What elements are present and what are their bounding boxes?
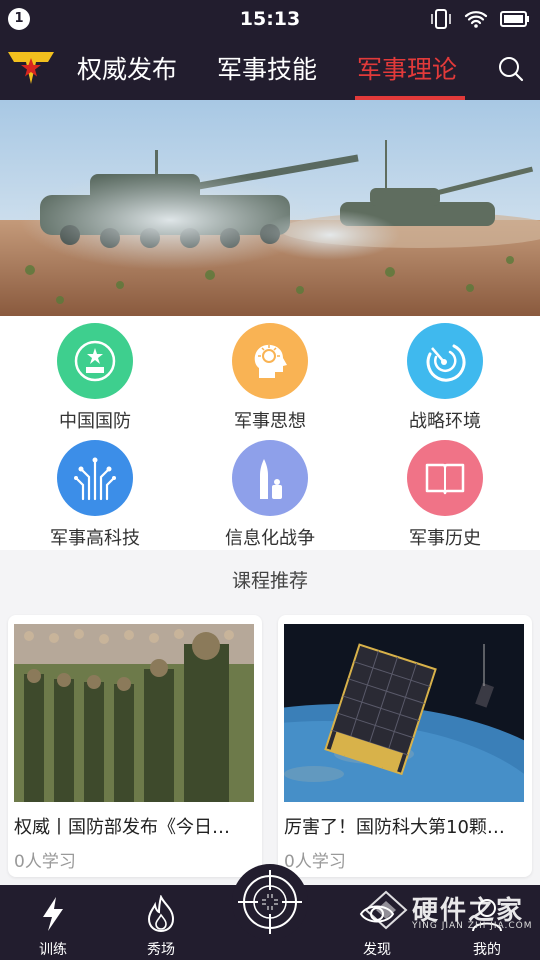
category-military-hightech[interactable]: 军事高科技	[5, 440, 185, 550]
search-icon[interactable]	[498, 56, 524, 82]
course-learner-count: 0人学习	[14, 852, 76, 872]
bottom-tab-label: 秀场	[147, 942, 175, 958]
top-nav: 权威发布 军事技能 军事理论	[0, 38, 540, 100]
national-emblem-icon	[57, 323, 133, 399]
tab-authority-release[interactable]: 权威发布	[77, 50, 177, 100]
battery-icon	[500, 11, 529, 27]
center-action-button[interactable]	[232, 864, 308, 940]
watermark-subtext: YING JIAN ZHI JIA.COM	[412, 921, 533, 931]
watermark: 硬件之家 YING JIAN ZHI JIA.COM	[360, 886, 540, 936]
card-thumbnail-satellite	[284, 624, 524, 802]
flame-icon	[147, 895, 175, 933]
tab-military-theory[interactable]: 军事理论	[357, 50, 457, 100]
status-bar: 1 15:13	[0, 0, 540, 38]
course-title: 厉害了！国防科大第10颗…	[284, 817, 505, 838]
status-icons	[430, 9, 530, 29]
brain-head-icon	[232, 323, 308, 399]
category-label: 中国国防	[59, 411, 131, 432]
bottom-tab-label: 我的	[473, 942, 501, 958]
missile-icon	[232, 440, 308, 516]
course-title: 权威丨国防部发布《今日…	[14, 817, 230, 838]
vibrate-icon	[431, 9, 451, 29]
bottom-tab-label: 训练	[39, 942, 67, 958]
category-label: 军事思想	[234, 411, 306, 432]
tank-banner-image	[0, 100, 540, 316]
crosshair-icon	[238, 870, 302, 934]
category-china-defense[interactable]: 中国国防	[5, 323, 185, 433]
category-military-history[interactable]: 军事历史	[355, 440, 535, 550]
category-military-thought[interactable]: 军事思想	[180, 323, 360, 433]
category-label: 信息化战争	[225, 528, 315, 549]
app-logo-icon[interactable]	[6, 48, 56, 88]
card-thumbnail-soldiers	[14, 624, 254, 802]
hero-banner[interactable]	[0, 100, 540, 316]
category-grid: 中国国防 军事思想 战略环境 军事高科技 信息化战争 军事历史	[0, 316, 540, 550]
category-label: 战略环境	[409, 411, 481, 432]
course-card[interactable]: 权威丨国防部发布《今日… 0人学习	[8, 615, 262, 877]
watermark-logo-icon	[364, 890, 408, 930]
radar-icon	[407, 323, 483, 399]
wifi-icon	[464, 11, 488, 28]
category-label: 军事高科技	[50, 528, 140, 549]
bottom-tab-label: 发现	[363, 942, 391, 958]
bottom-tab-training[interactable]: 训练	[8, 885, 98, 960]
circuit-tree-icon	[57, 440, 133, 516]
tab-military-skills[interactable]: 军事技能	[217, 50, 317, 100]
category-label: 军事历史	[409, 528, 481, 549]
category-strategic-environment[interactable]: 战略环境	[355, 323, 535, 433]
section-title-recommend: 课程推荐	[231, 570, 308, 592]
category-information-warfare[interactable]: 信息化战争	[180, 440, 360, 550]
book-icon	[407, 440, 483, 516]
course-card[interactable]: 厉害了！国防科大第10颗… 0人学习	[278, 615, 532, 877]
lightning-icon	[43, 897, 63, 931]
bottom-tab-showcase[interactable]: 秀场	[116, 885, 206, 960]
